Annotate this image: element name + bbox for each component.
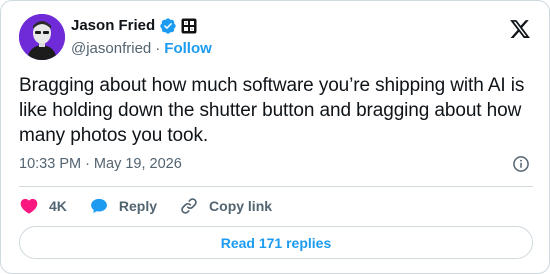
tweet-time[interactable]: 10:33 PM: [19, 156, 81, 172]
separator-dot: ·: [85, 156, 90, 172]
embedded-tweet-card: Jason Fried @jasonfried · Follow Braggin…: [0, 0, 550, 274]
display-name[interactable]: Jason Fried: [71, 16, 155, 36]
heart-icon: [20, 198, 38, 214]
read-replies-button[interactable]: Read 171 replies: [19, 226, 533, 259]
reply-button[interactable]: Reply: [89, 196, 157, 216]
copy-link-label: Copy link: [209, 198, 273, 214]
divider: [19, 186, 533, 187]
speech-bubble-icon: [90, 198, 107, 214]
author-block: Jason Fried @jasonfried · Follow: [71, 16, 212, 59]
verified-badge-icon: [160, 18, 176, 34]
name-row: Jason Fried: [71, 16, 212, 36]
info-icon[interactable]: [511, 154, 531, 174]
link-icon: [181, 198, 197, 214]
like-count: 4K: [49, 198, 67, 214]
avatar[interactable]: [19, 14, 65, 60]
action-bar: 4K Reply Copy link: [19, 194, 294, 218]
separator-dot: ·: [155, 40, 161, 57]
tweet-header: Jason Fried @jasonfried · Follow: [19, 14, 533, 62]
reply-label: Reply: [118, 198, 158, 214]
follow-link[interactable]: Follow: [164, 39, 212, 59]
affiliate-badge-icon: [181, 18, 197, 34]
copy-link-button[interactable]: Copy link: [179, 196, 272, 216]
tweet-timestamp: 10:33 PM · May 19, 2026: [19, 153, 533, 175]
handle[interactable]: @jasonfried: [71, 39, 151, 59]
handle-row: @jasonfried · Follow: [71, 39, 212, 59]
like-button[interactable]: 4K: [19, 196, 67, 216]
x-logo-icon[interactable]: [509, 18, 531, 40]
tweet-text: Bragging about how much software you’re …: [19, 75, 525, 146]
tweet-date[interactable]: May 19, 2026: [94, 156, 182, 172]
